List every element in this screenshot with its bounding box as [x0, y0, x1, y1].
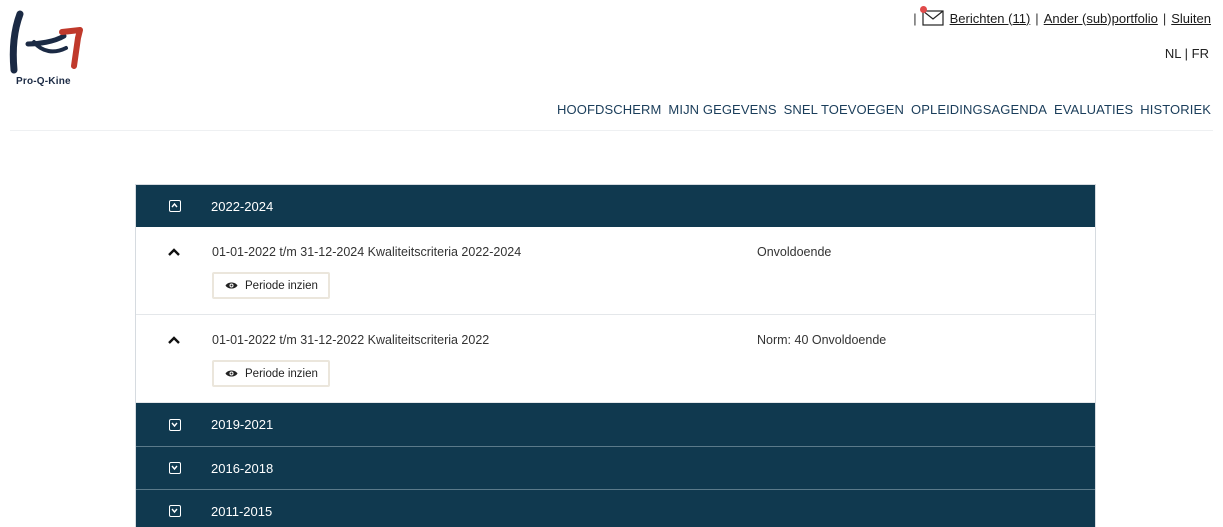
top-links: | Berichten (11) | Ander (sub)portfolio …	[908, 6, 1211, 26]
group-header-2022-2024[interactable]: 2022-2024	[136, 185, 1095, 227]
lang-nl[interactable]: NL	[1165, 46, 1181, 61]
evaluation-row: 01-01-2022 t/m 31-12-2022 Kwaliteitscrit…	[136, 315, 1095, 403]
close-link[interactable]: Sluiten	[1171, 11, 1211, 26]
lang-fr[interactable]: FR	[1192, 46, 1209, 61]
view-period-label: Periode inzien	[245, 279, 318, 292]
chevron-up-square-icon[interactable]	[169, 200, 181, 212]
evaluation-status: Norm: 40 Onvoldoende	[757, 333, 887, 347]
separator: |	[1162, 10, 1167, 26]
chevron-down-square-icon[interactable]	[169, 505, 181, 517]
nav-home[interactable]: HOOFDSCHERM	[557, 102, 661, 117]
notification-dot	[919, 6, 927, 13]
view-period-button[interactable]: Periode inzien	[212, 360, 330, 387]
main-nav: HOOFDSCHERM MIJN GEGEVENS SNEL TOEVOEGEN…	[557, 102, 1211, 117]
language-switcher: NL | FR	[1165, 46, 1209, 61]
evaluation-title: 01-01-2022 t/m 31-12-2024 Kwaliteitscrit…	[212, 245, 522, 259]
chevron-down-square-icon[interactable]	[169, 418, 181, 431]
logo[interactable]: Pro-Q-Kine	[6, 8, 92, 87]
view-period-label: Periode inzien	[245, 367, 318, 380]
nav-evaluations[interactable]: EVALUATIES	[1054, 102, 1133, 117]
group-label: 2016-2018	[211, 460, 274, 476]
evaluation-title: 01-01-2022 t/m 31-12-2022 Kwaliteitscrit…	[212, 333, 490, 347]
other-portfolio-link[interactable]: Ander (sub)portfolio	[1044, 11, 1158, 26]
chevron-up-icon[interactable]	[167, 247, 181, 257]
group-label: 2019-2021	[211, 417, 274, 432]
nav-my-data[interactable]: MIJN GEGEVENS	[668, 102, 776, 117]
envelope-icon[interactable]	[919, 6, 944, 26]
logo-text: Pro-Q-Kine	[16, 76, 71, 87]
view-period-button[interactable]: Periode inzien	[212, 272, 330, 299]
evaluation-status: Onvoldoende	[757, 245, 832, 259]
group-label: 2022-2024	[211, 198, 274, 214]
nav-history[interactable]: HISTORIEK	[1140, 102, 1211, 117]
eye-icon	[225, 370, 238, 377]
evaluations-accordion: 2022-2024 01-01-2022 t/m 31-12-2024 Kwal…	[135, 184, 1096, 527]
group-header-2011-2015[interactable]: 2011-2015	[136, 489, 1095, 527]
group-header-2016-2018[interactable]: 2016-2018	[136, 446, 1095, 489]
eye-icon	[225, 282, 238, 289]
separator: |	[913, 10, 917, 26]
chevron-down-square-icon[interactable]	[169, 462, 181, 474]
chevron-up-icon[interactable]	[167, 335, 181, 345]
evaluation-row: 01-01-2022 t/m 31-12-2024 Kwaliteitscrit…	[136, 227, 1095, 315]
nav-quick-add[interactable]: SNEL TOEVOEGEN	[784, 102, 904, 117]
separator: |	[1035, 10, 1039, 26]
group-label: 2011-2015	[211, 503, 273, 519]
messages-link[interactable]: Berichten (11)	[950, 11, 1031, 26]
nav-training-agenda[interactable]: OPLEIDINGSAGENDA	[911, 102, 1047, 117]
lang-separator: |	[1184, 46, 1189, 61]
group-header-2019-2021[interactable]: 2019-2021	[136, 403, 1095, 446]
logo-mark	[9, 10, 83, 74]
header-divider	[10, 130, 1213, 131]
